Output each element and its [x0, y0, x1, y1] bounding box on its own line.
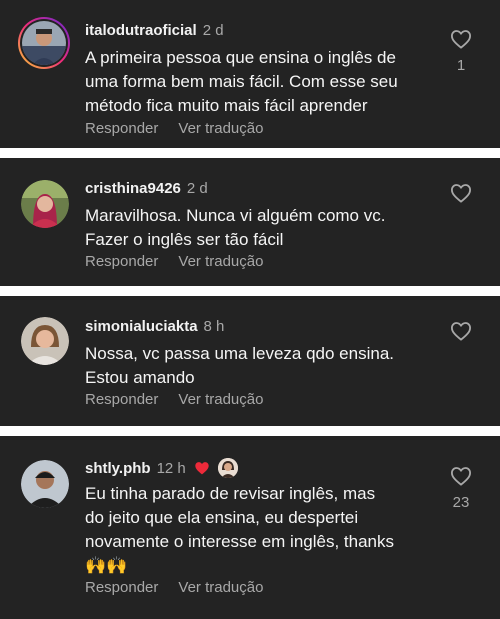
comment-line: Fazer o inglês ser tão fácil [85, 230, 284, 249]
comment-actions: Responder Ver tradução [85, 391, 283, 408]
comment-actions: Responder Ver tradução [85, 253, 283, 270]
comment-actions: Responder Ver tradução [85, 579, 283, 596]
like-button[interactable] [449, 321, 473, 341]
comment-line: Maravilhosa. Nunca vi alguém como vc. [85, 206, 386, 225]
reply-button[interactable]: Responder [85, 253, 158, 270]
comment-card: italodutraoficial 2 d A primeira pessoa q… [0, 0, 500, 148]
comment-header: cristhina9426 2 d [85, 180, 208, 197]
heart-outline-icon[interactable] [450, 29, 472, 49]
like-count: 23 [452, 494, 470, 511]
comment-text: A primeira pessoa que ensina o inglês de… [85, 46, 445, 118]
translate-button[interactable]: Ver tradução [178, 120, 263, 137]
like-count: 1 [456, 57, 466, 74]
translate-button[interactable]: Ver tradução [178, 579, 263, 596]
reply-button[interactable]: Responder [85, 391, 158, 408]
comment-header: italodutraoficial 2 d [85, 22, 224, 39]
heart-outline-icon[interactable] [450, 466, 472, 486]
username[interactable]: shtly.phb [85, 460, 151, 477]
avatar[interactable] [17, 16, 71, 70]
timestamp: 8 h [203, 318, 225, 335]
comment-card: cristhina9426 2 d Maravilhosa. Nunca vi a… [0, 158, 500, 286]
comment-text: Eu tinha parado de revisar inglês, mas d… [85, 482, 445, 578]
comment-header: shtly.phb 12 h [85, 458, 239, 478]
timestamp: 2 d [202, 22, 224, 39]
comment-text: Maravilhosa. Nunca vi alguém como vc. Fa… [85, 204, 445, 252]
username[interactable]: cristhina9426 [85, 180, 181, 197]
avatar[interactable] [21, 317, 69, 365]
comment-line: novamente o interesse em inglês, thanks [85, 532, 395, 551]
like-button[interactable]: 23 [449, 466, 473, 511]
comment-line: Nossa, vc passa uma leveza qdo ensina. [85, 344, 395, 363]
heart-outline-icon[interactable] [450, 321, 472, 341]
comment-card: simonialuciakta 8 h Nossa, vc passa uma l… [0, 296, 500, 426]
username[interactable]: italodutraoficial [85, 22, 197, 39]
comment-line: método fica muito mais fácil aprender [85, 96, 368, 115]
avatar[interactable] [21, 180, 69, 228]
emoji-line: 🙌🙌 [85, 556, 128, 575]
creator-avatar [218, 458, 239, 478]
comment-actions: Responder Ver tradução [85, 120, 283, 137]
username[interactable]: simonialuciakta [85, 318, 198, 335]
heart-outline-icon[interactable] [450, 183, 472, 203]
comment-card: shtly.phb 12 h Eu tinha parado de revisar… [0, 436, 500, 619]
reply-button[interactable]: Responder [85, 579, 158, 596]
comment-header: simonialuciakta 8 h [85, 318, 224, 335]
comment-line: uma forma bem mais fácil. Com esse seu [85, 72, 398, 91]
translate-button[interactable]: Ver tradução [178, 253, 263, 270]
avatar[interactable] [21, 460, 69, 508]
translate-button[interactable]: Ver tradução [178, 391, 263, 408]
comment-line: A primeira pessoa que ensina o inglês de [85, 48, 396, 67]
like-button[interactable]: 1 [449, 29, 473, 74]
comment-line: Estou amando [85, 368, 195, 387]
timestamp: 2 d [186, 180, 208, 197]
reply-button[interactable]: Responder [85, 120, 158, 137]
comment-text: Nossa, vc passa uma leveza qdo ensina. E… [85, 342, 445, 390]
timestamp: 12 h [156, 460, 186, 477]
like-button[interactable] [449, 183, 473, 203]
creator-liked-heart-icon [195, 462, 209, 475]
comment-line: do jeito que ela ensina, eu despertei [85, 508, 359, 527]
comment-line: Eu tinha parado de revisar inglês, mas [85, 484, 376, 503]
